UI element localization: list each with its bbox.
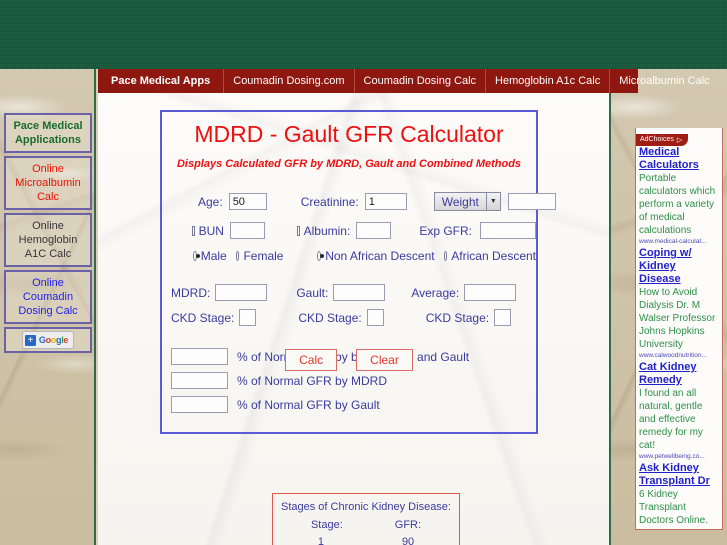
albumin-checkbox[interactable] <box>296 225 300 236</box>
ad-title-link[interactable]: Ask Kidney Transplant Dr <box>639 462 719 488</box>
advertisement-panel: AdChoices ▷ Medical Calculators Portable… <box>635 128 723 530</box>
ckd-row-stage: 1 <box>317 536 324 545</box>
google-plus-badge: + Google <box>21 331 75 349</box>
ckd-stage-average-input[interactable] <box>494 309 512 326</box>
ad-description: How to Avoid Dialysis Dr. M Walser Profe… <box>639 287 716 350</box>
ad-description: Portable calculators which perform a var… <box>639 173 716 236</box>
ad-title-link[interactable]: Cat Kidney Remedy <box>639 361 719 387</box>
male-radio[interactable] <box>193 251 200 261</box>
sidebar-item-online-coumadin-dosing-calc[interactable]: Online Coumadin Dosing Calc <box>4 270 92 324</box>
ckd-stage-gault-input[interactable] <box>366 309 384 326</box>
row-results: MDRD: Gault: Average: <box>162 284 536 301</box>
sidebar-item-online-hemoglobin-a1c-calc[interactable]: Online Hemoglobin A1C Calc <box>4 213 92 267</box>
average-result-label: Average: <box>411 285 460 300</box>
google-letter-e: e <box>63 335 69 345</box>
exp-gfr-input[interactable] <box>480 222 536 239</box>
left-sidebar: Pace Medical Applications Online Microal… <box>4 113 92 356</box>
adchoices-badge[interactable]: AdChoices ▷ <box>636 133 689 146</box>
ckd-column-stage: Stage: <box>310 519 343 531</box>
creatinine-input[interactable] <box>364 193 407 210</box>
ckd-stage-average-label: CKD Stage: <box>425 310 490 325</box>
ad-description: I found an all natural, gentle and effec… <box>639 388 703 451</box>
action-button-row: Calc Clear <box>162 349 536 371</box>
gfr-calculator-panel: MDRD - Gault GFR Calculator Displays Cal… <box>160 110 556 434</box>
african-descent-label: African Descent <box>451 249 536 263</box>
row-age-creatinine-weight: Age: Creatinine: Weight ▼ <box>162 192 556 211</box>
african-descent-radio[interactable] <box>443 251 448 261</box>
age-input[interactable] <box>228 193 267 210</box>
non-african-descent-radio[interactable] <box>317 251 324 261</box>
creatinine-label: Creatinine: <box>300 194 359 209</box>
ad-item-ask-kidney-transplant-dr: Ask Kidney Transplant Dr 6 Kidney Transp… <box>636 462 722 527</box>
weight-select-value: Weight <box>441 194 479 209</box>
percent-mdrd-input[interactable] <box>171 372 228 389</box>
nav-item-hemoglobin-a1c-calc[interactable]: Hemoglobin A1c Calc <box>486 69 611 93</box>
percent-gault-label: % of Normal GFR by Gault <box>237 397 380 412</box>
ad-description: 6 Kidney Transplant Doctors Online. <box>639 489 708 526</box>
adchoices-label: AdChoices <box>640 136 674 143</box>
female-label: Female <box>243 249 284 263</box>
row-ckd-stages: CKD Stage: CKD Stage: CKD Stage: <box>162 309 536 326</box>
google-plus-icon: + <box>24 334 36 346</box>
google-letter-g1: G <box>38 335 46 345</box>
row-bun-albumin-expgfr: BUN Albumin: Exp GFR: <box>162 222 536 239</box>
nav-item-pace-medical-apps[interactable]: Pace Medical Apps <box>98 69 225 93</box>
mdrd-result-label: MDRD: <box>171 285 211 300</box>
main-navigation-bar: Pace Medical Apps Coumadin Dosing.com Co… <box>98 69 710 93</box>
ad-title-link[interactable]: Coping w/ Kidney Disease <box>639 247 719 286</box>
google-plus-share-button[interactable]: + Google <box>4 327 92 353</box>
exp-gfr-label: Exp GFR: <box>419 223 472 238</box>
ad-item-cat-kidney-remedy: Cat Kidney Remedy I found an all natural… <box>636 361 722 462</box>
non-african-descent-label: Non African Descent <box>325 249 435 263</box>
mdrd-result-input[interactable] <box>215 284 268 301</box>
male-label: Male <box>200 249 227 263</box>
ad-title-link[interactable]: Medical Calculators <box>639 146 719 172</box>
ckd-table-header-row: Stage: GFR: <box>273 519 459 531</box>
gault-result-input[interactable] <box>333 284 386 301</box>
ad-item-medical-calculators: Medical Calculators Portable calculators… <box>636 146 722 247</box>
ckd-table-heading: Stages of Chronic Kidney Disease: <box>281 501 451 513</box>
chevron-down-icon: ▼ <box>485 193 500 210</box>
percent-mdrd-label: % of Normal GFR by MDRD <box>237 373 388 388</box>
table-row: 1 90 <box>273 536 459 545</box>
average-result-input[interactable] <box>464 284 517 301</box>
albumin-label: Albumin: <box>303 223 351 238</box>
google-wordmark: Google <box>38 333 69 347</box>
ckd-stage-mdrd-input[interactable] <box>239 309 257 326</box>
percent-gault-input[interactable] <box>171 396 228 413</box>
weight-input[interactable] <box>507 193 556 210</box>
nav-item-coumadin-dosing-calc[interactable]: Coumadin Dosing Calc <box>355 69 487 93</box>
nav-item-coumadin-dosing-com[interactable]: Coumadin Dosing.com <box>224 69 355 93</box>
albumin-input[interactable] <box>356 222 392 239</box>
row-sex-descent: Male Female Non African Descent African … <box>162 249 536 263</box>
gault-result-label: Gault: <box>296 285 329 300</box>
female-radio[interactable] <box>235 251 240 261</box>
age-label: Age: <box>198 194 223 209</box>
clear-button[interactable]: Clear <box>356 349 413 371</box>
calc-button[interactable]: Calc <box>285 349 338 371</box>
row-percent-gault: % of Normal GFR by Gault <box>162 396 536 413</box>
ad-item-coping-kidney-disease: Coping w/ Kidney Disease How to Avoid Di… <box>636 247 722 361</box>
ad-url: www.petwellbeing.co... <box>639 453 705 460</box>
page-subtitle: Displays Calculated GFR by MDRD, Gault a… <box>176 158 522 170</box>
bun-label: BUN <box>198 223 224 238</box>
top-green-banner <box>0 0 727 69</box>
ad-url: www.medical-calculat... <box>639 238 707 245</box>
weight-unit-select[interactable]: Weight ▼ <box>433 192 501 211</box>
adchoices-icon: ▷ <box>676 136 683 144</box>
ckd-stages-table: Stages of Chronic Kidney Disease: Stage:… <box>272 493 460 545</box>
row-percent-mdrd: % of Normal GFR by MDRD <box>162 372 536 389</box>
bun-input[interactable] <box>229 222 265 239</box>
page-root: Pace Medical Apps Coumadin Dosing.com Co… <box>0 0 727 545</box>
nav-item-microalbumin-calc[interactable]: Microalbumin Calc <box>610 69 718 93</box>
page-title: MDRD - Gault GFR Calculator <box>194 121 504 147</box>
ckd-stage-gault-label: CKD Stage: <box>298 310 362 325</box>
ckd-column-gfr: GFR: <box>394 519 422 531</box>
ckd-row-gfr: 90 <box>401 536 415 545</box>
ckd-stage-mdrd-label: CKD Stage: <box>171 310 235 325</box>
ad-url: www.calwoodnutrition... <box>639 352 707 359</box>
sidebar-item-pace-medical-applications[interactable]: Pace Medical Applications <box>4 113 92 153</box>
bun-checkbox[interactable] <box>192 225 195 236</box>
sidebar-item-online-microalbumin-calc[interactable]: Online Microalbumin Calc <box>4 156 92 210</box>
